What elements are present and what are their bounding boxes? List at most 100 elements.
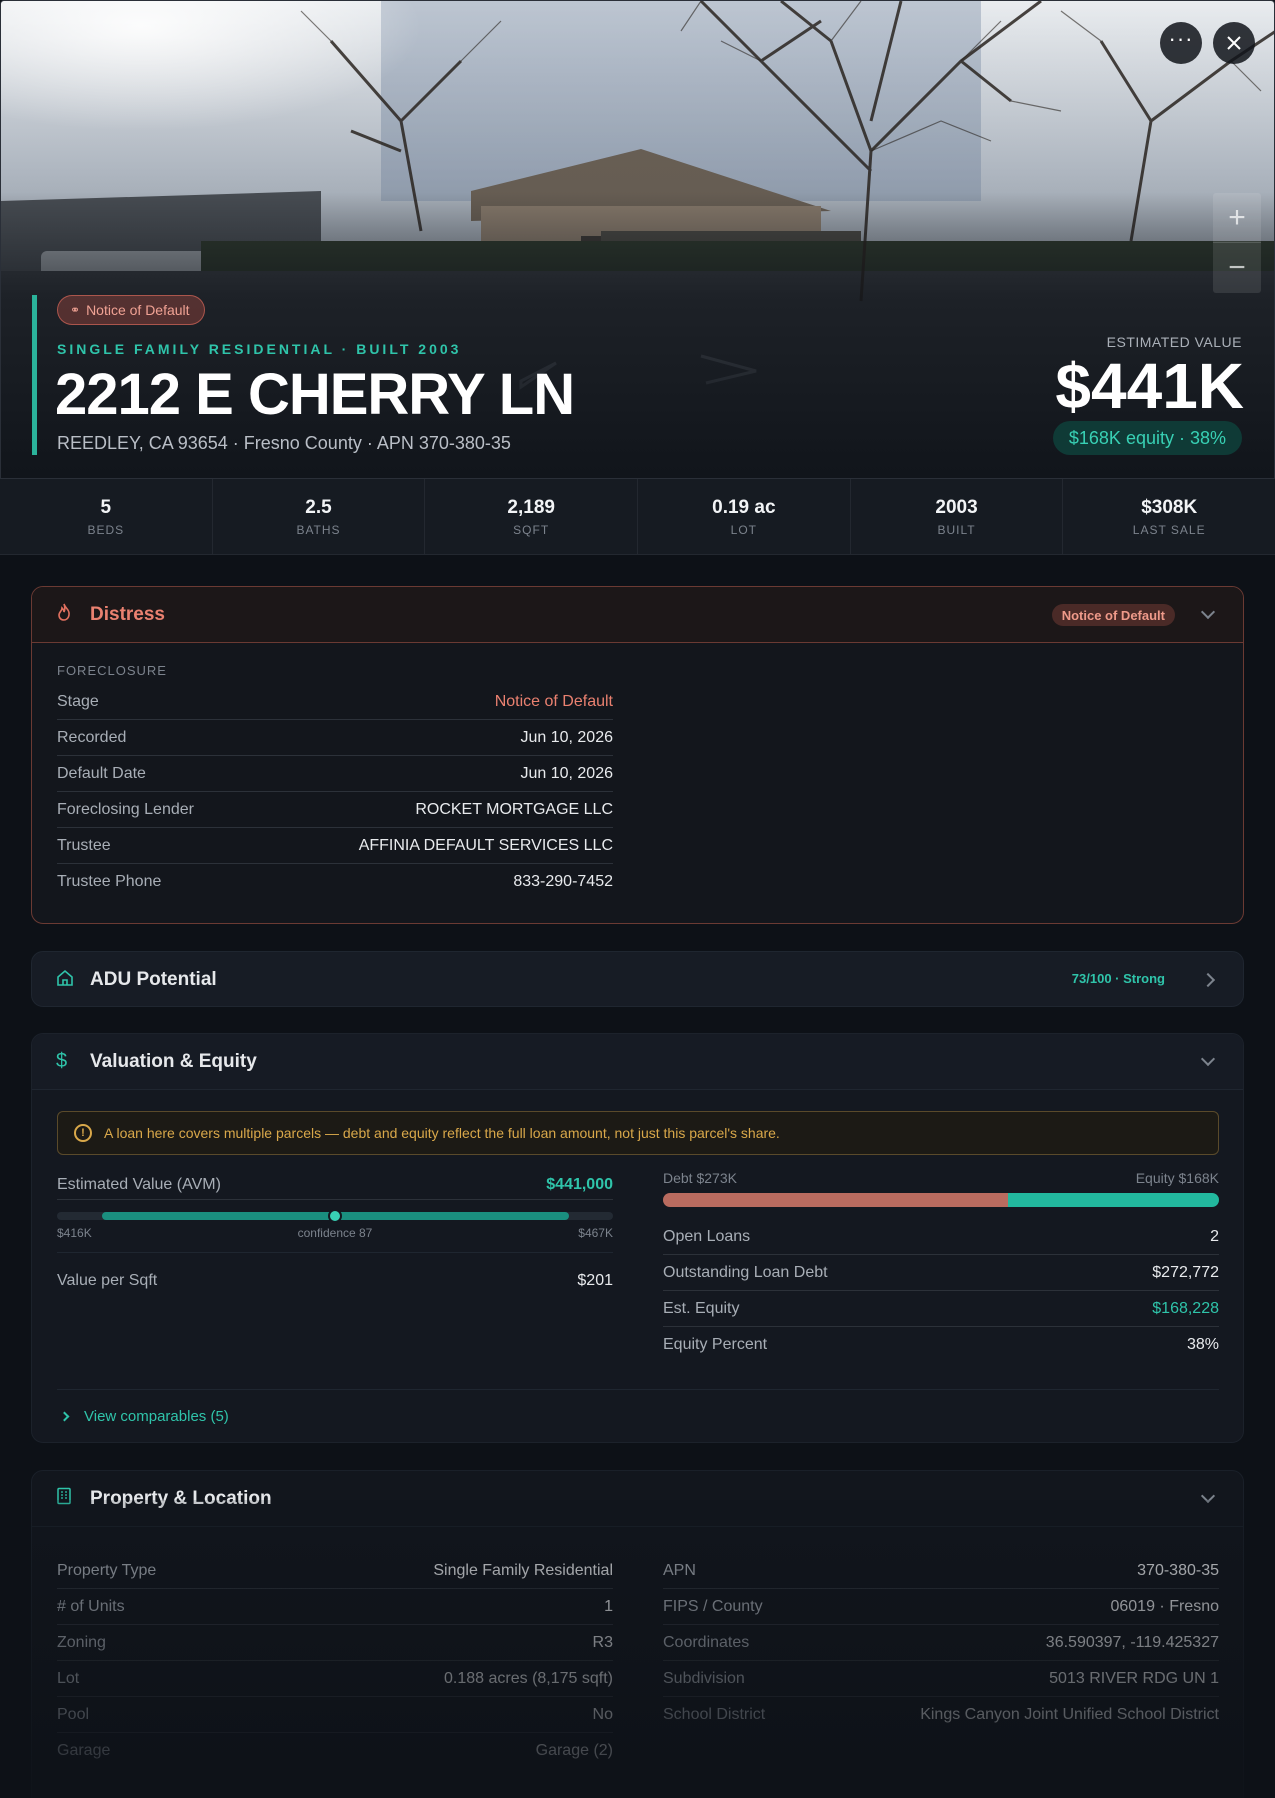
row-key: Coordinates xyxy=(663,1633,750,1651)
stat-built: 2003 BUILT xyxy=(851,479,1064,554)
row-value: 5013 RIVER RDG UN 1 xyxy=(1049,1669,1219,1687)
stat-label: BATHS xyxy=(296,522,341,537)
loan-debt-row: Outstanding Loan Debt $272,772 xyxy=(663,1255,1219,1291)
status-badge-label: Notice of Default xyxy=(86,302,190,318)
ellipsis-icon: ··· xyxy=(1168,26,1194,51)
row-value: 2 xyxy=(1210,1227,1219,1245)
range-high: $467K xyxy=(578,1226,613,1240)
pool-row: Pool No xyxy=(57,1697,613,1733)
detail-row-recorded: Recorded Jun 10, 2026 xyxy=(57,720,613,756)
row-value: Kings Canyon Joint Unified School Distri… xyxy=(920,1706,1219,1723)
equity-segment xyxy=(1007,1193,1219,1207)
property-location-line: REEDLEY, CA 93654 · Fresno County · APN … xyxy=(57,433,511,453)
adu-panel-header[interactable]: ADU Potential 73/100 · Strong xyxy=(32,952,1243,1006)
chevron-down-icon[interactable] xyxy=(1200,1488,1216,1504)
close-button[interactable] xyxy=(1213,22,1255,64)
property-address: 2212 E CHERRY LN xyxy=(55,362,575,427)
property-stats-bar: 5 BEDS 2.5 BATHS 2,189 SQFT 0.19 ac LOT 2003… xyxy=(0,478,1275,555)
garage-row: Garage Garage (2) xyxy=(57,1733,613,1769)
value-per-sqft-row: Value per Sqft $201 xyxy=(57,1253,613,1309)
detail-row-stage: Stage Notice of Default xyxy=(57,684,613,720)
row-key: Open Loans xyxy=(663,1227,751,1245)
header-accent-bar xyxy=(32,295,37,455)
warning-icon: ! xyxy=(74,1124,92,1142)
dollar-icon: $ xyxy=(56,1050,68,1072)
row-key: # of Units xyxy=(57,1597,125,1615)
property-details-right: APN 370-380-35 FIPS / County 06019 · Fresn… xyxy=(663,1553,1219,1733)
stat-label: BUILT xyxy=(937,522,976,537)
row-value: Jun 10, 2026 xyxy=(520,764,613,782)
chevron-down-icon[interactable] xyxy=(1200,604,1216,620)
row-value: $272,772 xyxy=(1152,1263,1219,1281)
row-value: Jun 10, 2026 xyxy=(520,728,613,746)
distress-title: Distress xyxy=(90,603,165,625)
stat-label: BEDS xyxy=(87,522,125,537)
valuation-equity-panel: $ Valuation & Equity ! A loan here cover… xyxy=(31,1033,1244,1443)
more-options-button[interactable]: ··· xyxy=(1160,22,1202,64)
row-value: 06019 · Fresno xyxy=(1110,1597,1219,1615)
multi-parcel-warning: ! A loan here covers multiple parcels — … xyxy=(57,1111,1219,1155)
debt-equity-section: Debt $273K Equity $168K Open Loans 2 Outs… xyxy=(663,1170,1219,1363)
stat-sqft: 2,189 SQFT xyxy=(425,479,639,554)
debt-label: Debt $273K xyxy=(663,1170,737,1186)
valuation-panel-header[interactable]: $ Valuation & Equity xyxy=(32,1034,1243,1090)
row-value: 370-380-35 xyxy=(1137,1561,1219,1579)
chevron-right-icon[interactable] xyxy=(1200,972,1216,988)
equity-summary-badge: $168K equity · 38% xyxy=(1052,421,1242,455)
row-key: Foreclosing Lender xyxy=(57,800,194,818)
row-key: Pool xyxy=(57,1705,90,1723)
row-key: Garage xyxy=(57,1742,111,1759)
row-value: 833-290-7452 xyxy=(513,873,613,890)
row-key: Stage xyxy=(57,692,99,710)
debt-equity-labels: Debt $273K Equity $168K xyxy=(663,1170,1219,1186)
row-value: Single Family Residential xyxy=(433,1561,613,1579)
stat-value: 5 xyxy=(100,496,112,518)
zoom-out-button[interactable]: − xyxy=(1213,243,1261,293)
lot-row: Lot 0.188 acres (8,175 sqft) xyxy=(57,1661,613,1697)
zoning-row: Zoning R3 xyxy=(57,1625,613,1661)
row-value: Garage (2) xyxy=(535,1742,613,1759)
stat-value: $308K xyxy=(1141,496,1198,518)
apn-row: APN 370-380-35 xyxy=(663,1553,1219,1589)
avm-label: Estimated Value (AVM) xyxy=(57,1175,221,1193)
view-comparables-link[interactable]: View comparables (5) xyxy=(57,1389,1219,1425)
stat-value: 0.19 ac xyxy=(712,496,776,518)
property-location-panel: Property & Location Property Type Single … xyxy=(31,1470,1244,1798)
zoom-in-button[interactable]: + xyxy=(1213,193,1261,243)
detail-row-trustee: Trustee AFFINIA DEFAULT SERVICES LLC xyxy=(57,828,613,864)
row-value: Notice of Default xyxy=(494,692,613,710)
stat-value: 2.5 xyxy=(305,496,332,518)
row-key: Subdivision xyxy=(663,1669,745,1687)
avm-range-labels: $416K confidence 87 $467K xyxy=(57,1226,613,1240)
stat-lot: 0.19 ac LOT xyxy=(638,479,851,554)
avm-value: $441,000 xyxy=(546,1175,613,1193)
adu-potential-panel[interactable]: ADU Potential 73/100 · Strong xyxy=(31,951,1244,1007)
row-key: APN xyxy=(663,1561,696,1579)
row-key: Est. Equity xyxy=(663,1299,740,1317)
stat-value: 2003 xyxy=(935,496,978,518)
location-panel-header[interactable]: Property & Location xyxy=(32,1471,1243,1527)
row-key: Default Date xyxy=(57,764,146,782)
home-icon xyxy=(56,969,78,992)
row-value: 38% xyxy=(1186,1336,1219,1353)
hero-street-view[interactable]: ··· + − ⚭ Notice of Default SINGLE FAMIL… xyxy=(0,0,1275,478)
row-value: No xyxy=(592,1705,613,1723)
detail-row-trustee-phone: Trustee Phone 833-290-7452 xyxy=(57,864,613,900)
distress-status-badge: ⚭ Notice of Default xyxy=(57,295,205,325)
chevron-down-icon[interactable] xyxy=(1200,1051,1216,1067)
stat-baths: 2.5 BATHS xyxy=(213,479,426,554)
row-key: Recorded xyxy=(57,728,127,746)
row-key: FIPS / County xyxy=(663,1597,763,1615)
row-value: 36.590397, -119.425327 xyxy=(1045,1633,1219,1651)
row-value: $201 xyxy=(577,1272,613,1289)
coordinates-row: Coordinates 36.590397, -119.425327 xyxy=(663,1625,1219,1661)
distress-panel-header[interactable]: Distress Notice of Default xyxy=(32,587,1243,643)
stat-label: LAST SALE xyxy=(1132,522,1206,537)
stat-label: SQFT xyxy=(513,522,550,537)
row-key: Trustee Phone xyxy=(57,873,162,890)
row-key: Equity Percent xyxy=(663,1336,768,1353)
stat-value: 2,189 xyxy=(507,496,555,518)
avm-section: Estimated Value (AVM) $441,000 $416K con… xyxy=(57,1174,613,1309)
detail-row-default-date: Default Date Jun 10, 2026 xyxy=(57,756,613,792)
close-icon xyxy=(1227,36,1241,50)
